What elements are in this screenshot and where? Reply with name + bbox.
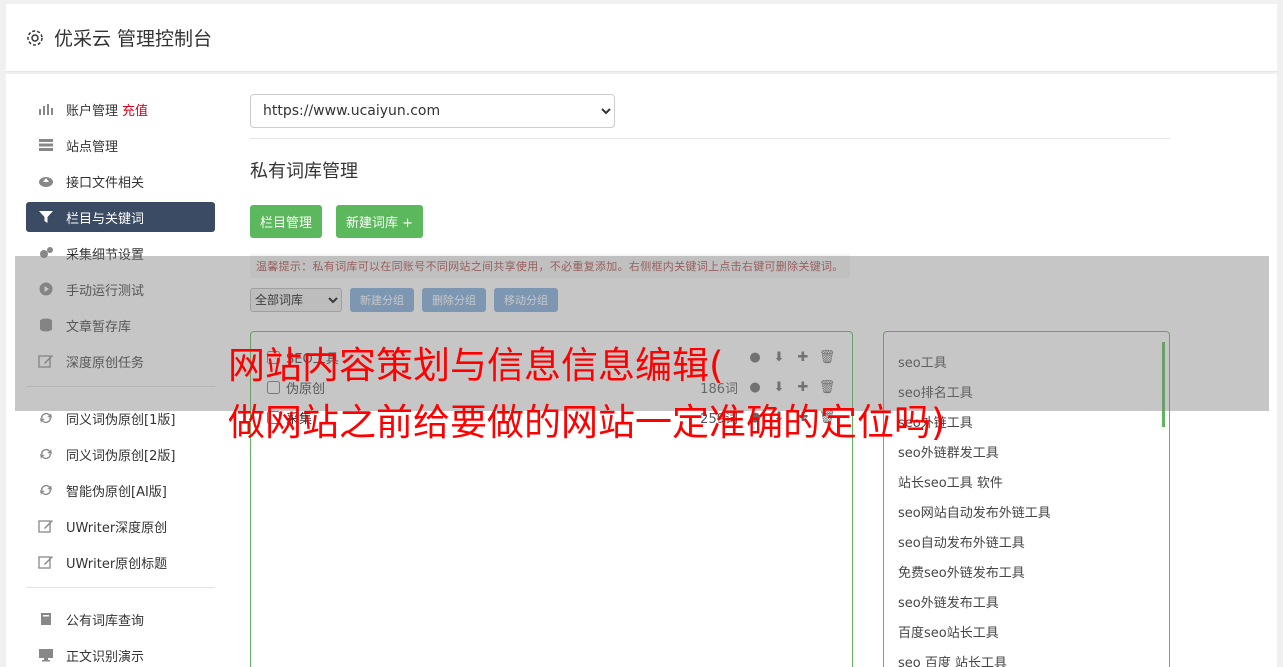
monitor-icon (36, 647, 56, 663)
refresh-icon (36, 482, 56, 498)
sidebar-divider (26, 587, 215, 588)
sidebar-item-label: UWriter原创标题 (66, 556, 168, 572)
recharge-link[interactable]: 充值 (122, 100, 148, 119)
caption-text: 网站内容策划与信息信息编辑( 做网站之前给要做的网站一定准确的定位吗) (228, 337, 1228, 451)
site-select[interactable]: https://www.ucaiyun.com (250, 94, 615, 128)
server-icon (36, 137, 56, 153)
sidebar-item-interface[interactable]: 接口文件相关 (26, 166, 215, 196)
keyword-item[interactable]: seo 百度 站长工具 (898, 646, 1155, 667)
page-title: 私有词库管理 (250, 161, 358, 182)
cloud-upload-icon (36, 173, 56, 189)
caption-line: 网站内容策划与信息信息编辑( (228, 344, 724, 387)
gear-icon (26, 29, 44, 47)
action-buttons: 栏目管理 新建词库 + (250, 205, 1170, 238)
keyword-item[interactable]: 百度seo站长工具 (898, 616, 1155, 646)
sidebar-item-synonym-v2[interactable]: 同义词伪原创[2版] (26, 439, 215, 469)
sidebar-item-label: 接口文件相关 (66, 175, 145, 191)
keyword-item[interactable]: 站长seo工具 软件 (898, 466, 1155, 496)
sidebar-item-ai-rewrite[interactable]: 智能伪原创[AI版] (26, 475, 215, 505)
sidebar-item-label: UWriter深度原创 (66, 520, 168, 536)
bar-chart-icon (36, 101, 56, 117)
edit-icon (36, 518, 56, 534)
sidebar-item-account[interactable]: 账户管理 充值 (26, 94, 215, 124)
keyword-item[interactable]: seo自动发布外链工具 (898, 526, 1155, 556)
refresh-icon (36, 446, 56, 462)
sidebar-item-uwriter-title[interactable]: UWriter原创标题 (26, 547, 215, 577)
sidebar-item-label: 栏目与关键词 (66, 211, 145, 227)
sidebar-item-uwriter-deep[interactable]: UWriter深度原创 (26, 511, 215, 541)
sidebar-item-text-recognition[interactable]: 正文识别演示 (26, 640, 215, 667)
sidebar-item-label: 同义词伪原创[2版] (66, 448, 176, 464)
sidebar-item-columns-keywords[interactable]: 栏目与关键词 (26, 202, 215, 232)
keyword-item[interactable]: seo网站自动发布外链工具 (898, 496, 1155, 526)
caption-line: 做网站之前给要做的网站一定准确的定位吗) (228, 401, 946, 444)
sidebar-item-label: 智能伪原创[AI版] (66, 484, 167, 500)
sidebar-item-label: 正文识别演示 (66, 649, 145, 665)
sidebar-item-label: 同义词伪原创[1版] (66, 412, 176, 428)
app-title: 优采云 管理控制台 (54, 28, 213, 50)
book-icon (36, 611, 56, 627)
app-header: 优采云 管理控制台 (6, 4, 1277, 72)
sidebar-item-sites[interactable]: 站点管理 (26, 130, 215, 160)
column-manage-button[interactable]: 栏目管理 (250, 205, 323, 238)
new-library-button[interactable]: 新建词库 + (336, 205, 424, 238)
sidebar-item-label: 公有词库查询 (66, 613, 145, 629)
edit-icon (36, 554, 56, 570)
divider (250, 138, 1170, 139)
sidebar-item-label: 站点管理 (66, 139, 119, 155)
sidebar-item-public-library[interactable]: 公有词库查询 (26, 604, 215, 634)
keyword-item[interactable]: 免费seo外链发布工具 (898, 556, 1155, 586)
refresh-icon (36, 410, 56, 426)
filter-icon (36, 209, 56, 225)
keyword-item[interactable]: seo外链发布工具 (898, 586, 1155, 616)
sidebar-item-label: 账户管理 (66, 103, 119, 119)
